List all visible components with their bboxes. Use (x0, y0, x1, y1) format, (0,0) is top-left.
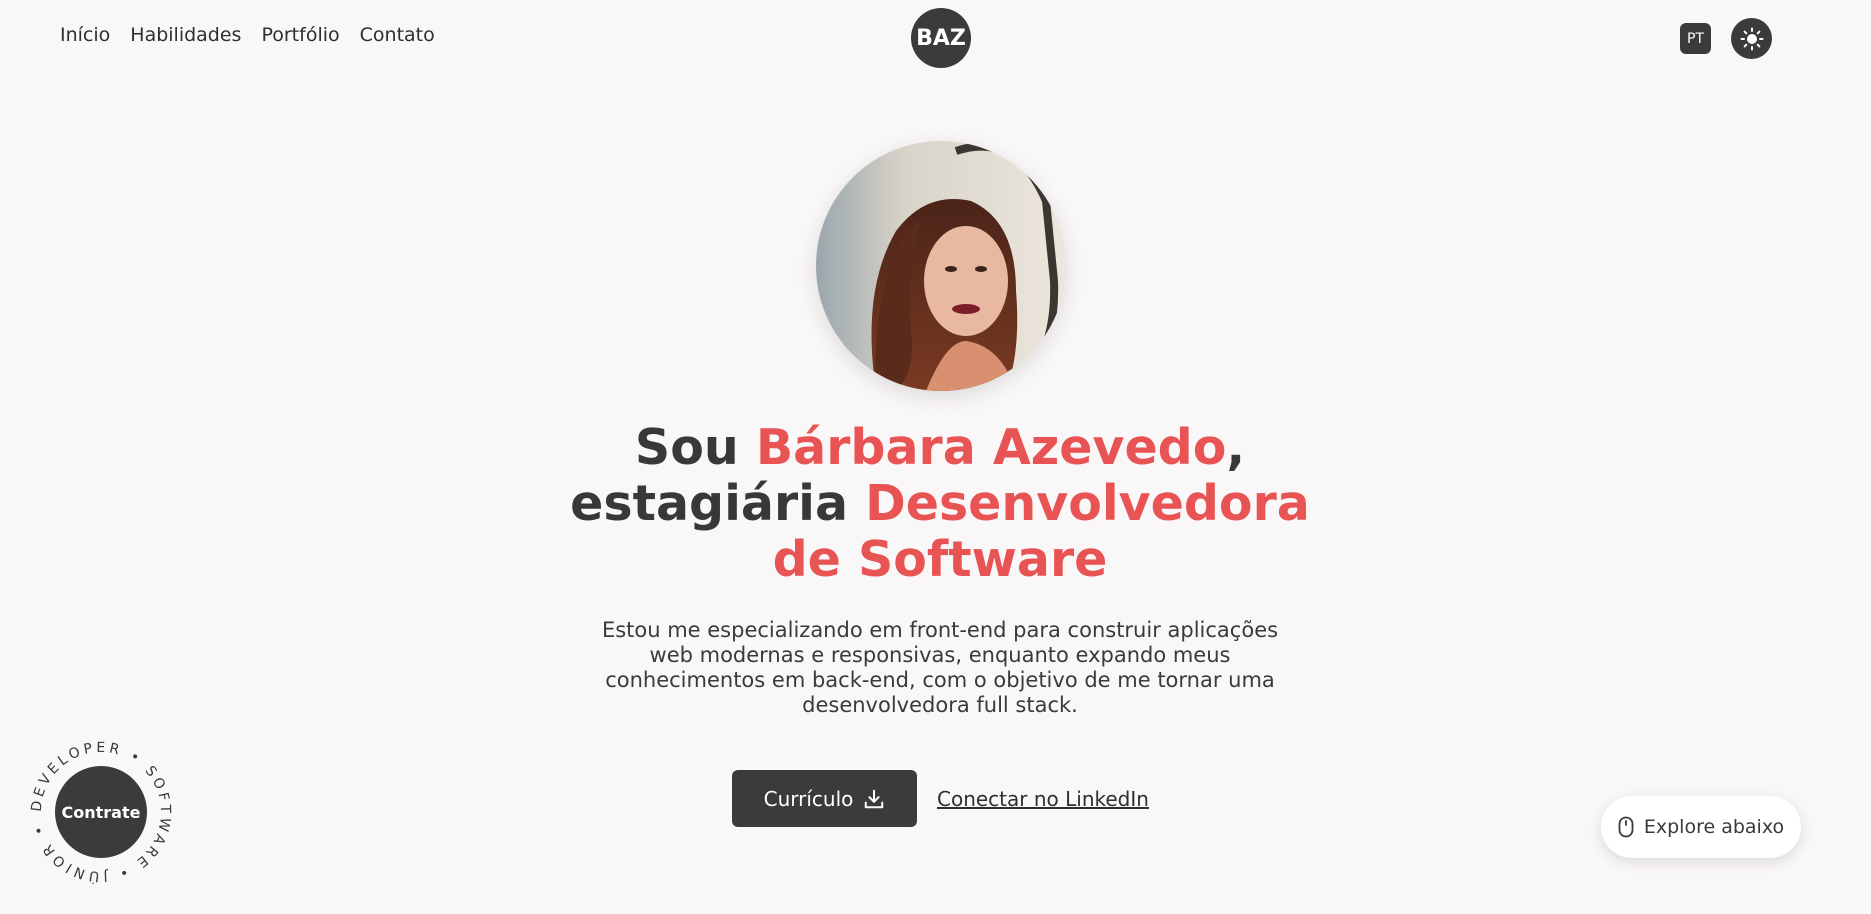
logo[interactable]: BAZ (911, 8, 971, 68)
profile-photo (816, 141, 1066, 391)
nav-item-habilidades[interactable]: Habilidades (130, 24, 241, 46)
headline-name: Bárbara Azevedo (755, 419, 1227, 476)
language-button[interactable]: PT (1680, 23, 1711, 54)
cv-download-button[interactable]: Currículo (732, 770, 917, 827)
headline-prefix: Sou (634, 419, 756, 476)
headline-role-prefix: estagiária (570, 475, 866, 532)
nav-item-portfolio[interactable]: Portfólio (261, 24, 339, 46)
nav-item-contato[interactable]: Contato (360, 24, 435, 46)
mouse-icon (1618, 816, 1634, 838)
page: Início Habilidades Portfólio Contato BAZ… (0, 0, 1871, 914)
main-nav: Início Habilidades Portfólio Contato (60, 24, 435, 46)
sun-icon (1740, 27, 1763, 50)
explore-below-button[interactable]: Explore abaixo (1601, 796, 1801, 858)
download-icon (865, 789, 884, 808)
cta-row: Currículo Conectar no LinkedIn (732, 770, 1149, 827)
theme-toggle-button[interactable] (1731, 18, 1772, 59)
headline-comma: , (1226, 419, 1246, 476)
cv-button-label: Currículo (763, 786, 854, 811)
hero-description: Estou me especializando em front-end par… (601, 618, 1279, 717)
hire-button[interactable]: Contrate (55, 766, 147, 858)
hero-headline: Sou Bárbara Azevedo, estagiária Desenvol… (540, 420, 1340, 588)
linkedin-link[interactable]: Conectar no LinkedIn (937, 787, 1149, 811)
nav-item-inicio[interactable]: Início (60, 24, 110, 46)
hire-badge: DEVELOPER • SOFTWARE • JÚNIOR • Contrate (29, 740, 173, 884)
explore-label: Explore abaixo (1643, 816, 1785, 838)
